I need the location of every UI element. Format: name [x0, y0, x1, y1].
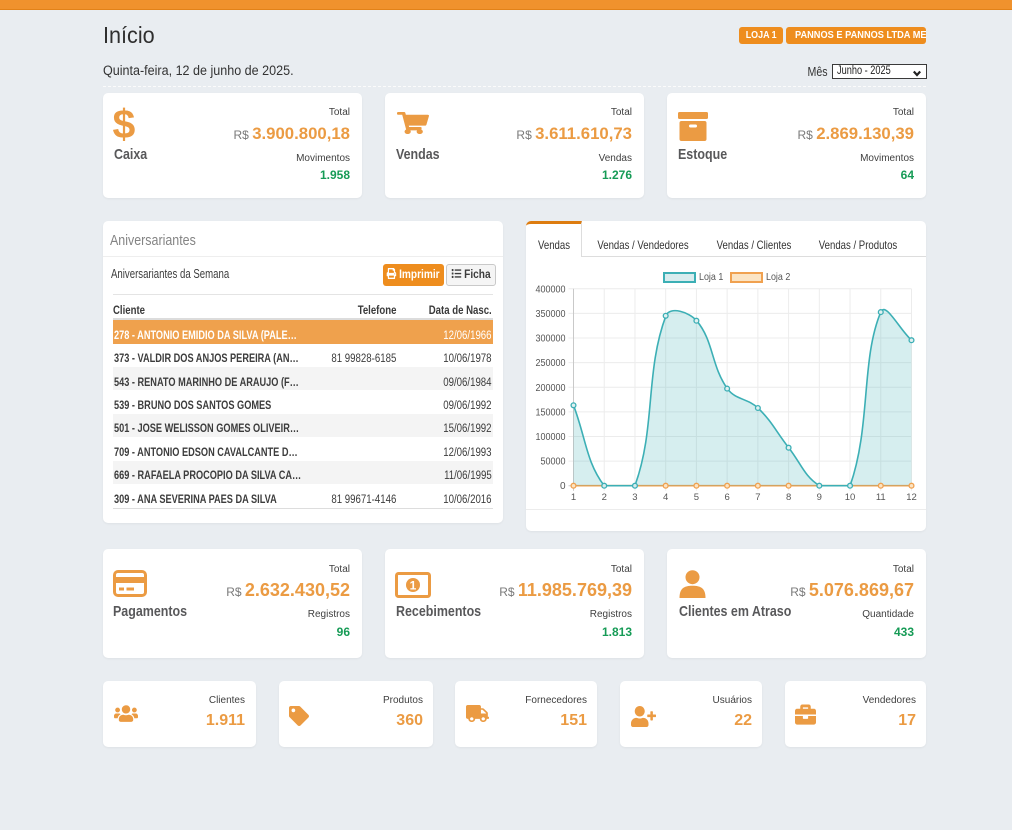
svg-text:1: 1	[410, 579, 417, 593]
svg-text:12: 12	[906, 492, 917, 503]
svg-text:10: 10	[845, 492, 856, 503]
svg-text:7: 7	[755, 492, 760, 503]
svg-text:9: 9	[817, 492, 822, 503]
svg-text:4: 4	[663, 492, 668, 503]
svg-text:0: 0	[560, 481, 566, 492]
svg-text:150000: 150000	[536, 407, 566, 418]
svg-text:8: 8	[786, 492, 791, 503]
svg-text:300000: 300000	[536, 334, 566, 345]
svg-text:6: 6	[724, 492, 729, 503]
svg-text:3: 3	[632, 492, 637, 503]
svg-text:1: 1	[571, 492, 576, 503]
svg-text:100000: 100000	[536, 432, 566, 443]
svg-text:50000: 50000	[541, 457, 566, 468]
svg-text:350000: 350000	[536, 309, 566, 320]
svg-text:5: 5	[694, 492, 699, 503]
svg-text:2: 2	[602, 492, 607, 503]
svg-text:400000: 400000	[536, 284, 566, 295]
svg-text:200000: 200000	[536, 383, 566, 394]
svg-text:250000: 250000	[536, 358, 566, 369]
svg-text:11: 11	[876, 492, 886, 503]
